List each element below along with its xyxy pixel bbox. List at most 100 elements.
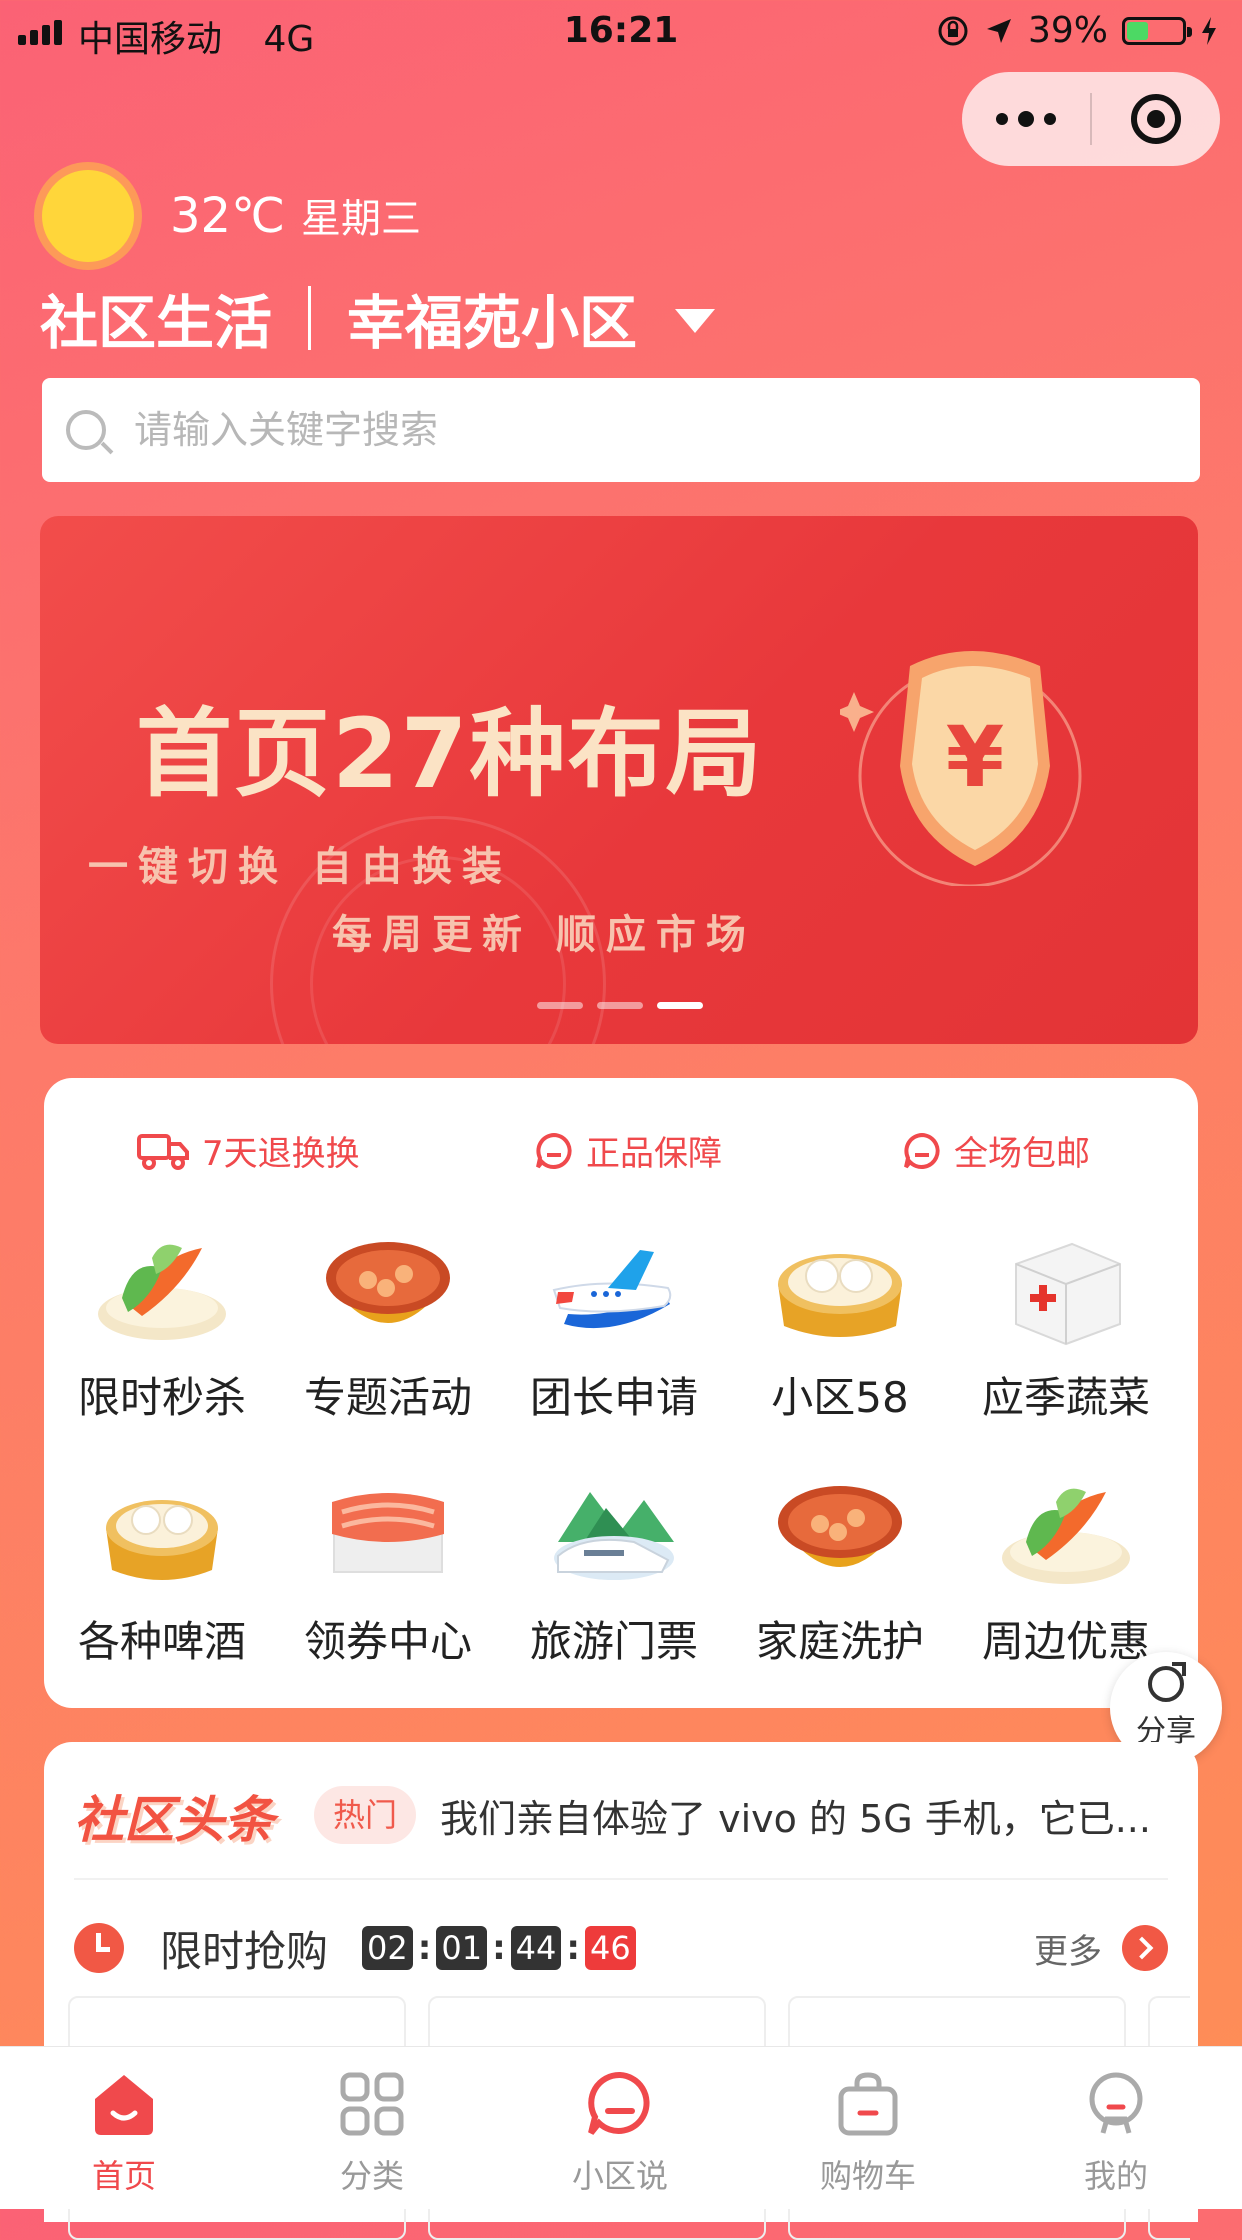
countdown-seconds: 44 (510, 1926, 562, 1970)
grid-item-label: 小区58 (771, 1373, 909, 1422)
chat-bubble-icon (536, 1132, 572, 1169)
promo-banner[interactable]: 首页27种布局 一键切换 自由换装 每周更新 顺应市场 ¥ (40, 516, 1198, 1044)
grid-item-flash-sale[interactable]: 限时秒杀 (49, 1228, 275, 1425)
hotpot-bowl-icon (770, 1472, 910, 1592)
hot-badge: 热门 (314, 1786, 416, 1844)
banner-headline: 首页27种布局 (136, 698, 764, 810)
shield-symbol: ¥ (946, 708, 1004, 806)
banner-pagination (537, 1002, 703, 1009)
search-bar[interactable] (42, 378, 1200, 482)
banner-subline-2: 每周更新 顺应市场 (332, 912, 756, 958)
vegetable-plate-icon (92, 1228, 232, 1348)
tab-label: 购物车 (819, 2157, 916, 2195)
grid-item-seasonal-veg[interactable]: 应季蔬菜 (953, 1228, 1179, 1425)
airplane-icon (544, 1228, 684, 1348)
grid-item-label: 限时秒杀 (77, 1373, 246, 1422)
grid-icon (337, 2069, 407, 2139)
train-icon (544, 1472, 684, 1592)
steamed-buns-icon (92, 1472, 232, 1592)
grid-item-beer[interactable]: 各种啤酒 (49, 1472, 275, 1669)
grid-item-leader-apply[interactable]: 团长申请 (501, 1228, 727, 1425)
chevron-down-icon[interactable] (675, 309, 716, 333)
rotation-lock-icon (938, 16, 968, 45)
flash-sale-bar: 限时抢购 02 : 01 : 44 : 46 更多 (74, 1900, 1168, 1996)
first-aid-kit-icon (996, 1228, 1136, 1348)
share-icon (1148, 1662, 1186, 1702)
shopping-bag-icon (833, 2069, 903, 2139)
chat-bubble-icon (585, 2069, 655, 2139)
grid-item-nearby-deals[interactable]: 周边优惠 (953, 1472, 1179, 1669)
grid-item-community-58[interactable]: 小区58 (727, 1228, 953, 1425)
weekday: 星期三 (300, 196, 421, 242)
shield-icon: ¥ (834, 626, 1120, 888)
more-link[interactable]: 更多 (1034, 1924, 1102, 1973)
grid-item-label: 各种啤酒 (77, 1617, 246, 1666)
status-right: 39% (936, 10, 1218, 51)
bottom-tab-bar: 首页 分类 小区说 购物车 我的 (0, 2046, 1242, 2209)
user-icon (1081, 2069, 1151, 2139)
weather-info: 32℃ 星期三 (170, 186, 421, 244)
target-icon (1131, 94, 1181, 144)
tab-label: 分类 (339, 2157, 404, 2195)
vegetable-plate-icon (996, 1472, 1136, 1592)
grid-item-label: 旅游门票 (529, 1617, 698, 1666)
search-icon (66, 410, 106, 450)
hotpot-bowl-icon (318, 1228, 458, 1348)
tab-label: 首页 (91, 2157, 156, 2195)
pagination-dot-active (657, 1002, 703, 1009)
guarantee-label: 全场包邮 (954, 1134, 1090, 1174)
pagination-dot (597, 1002, 643, 1009)
guarantee-shipping: 全场包邮 (902, 1126, 1090, 1175)
miniprogram-capsule (962, 72, 1220, 166)
countdown-hours: 02 (362, 1926, 413, 1970)
chat-bubble-icon (904, 1132, 940, 1169)
news-headline[interactable]: 我们亲自体验了 vivo 的 5G 手机，它已... (440, 1788, 1170, 1843)
banner-subline-1: 一键切换 自由换装 (88, 844, 512, 890)
tab-label: 我的 (1083, 2157, 1148, 2195)
pagination-dot (537, 1002, 583, 1009)
guarantee-return: 7天退换换 (136, 1126, 360, 1175)
service-card: 7天退换换 正品保障 全场包邮 限时秒杀 专题活动 团长申请 小区58 应季蔬菜… (44, 1078, 1198, 1708)
tab-mine[interactable]: 我的 (992, 2069, 1240, 2197)
grid-item-travel-tickets[interactable]: 旅游门票 (501, 1472, 727, 1669)
home-icon (89, 2069, 159, 2139)
grid-item-label: 领券中心 (303, 1617, 472, 1666)
steamed-buns-icon (770, 1228, 910, 1348)
sushi-icon (318, 1472, 458, 1592)
charging-bolt-icon (1202, 16, 1216, 45)
grid-item-label: 应季蔬菜 (981, 1373, 1150, 1422)
flash-sale-title: 限时抢购 (160, 1926, 329, 1976)
status-bar: 中国移动 4G 16:21 39% (0, 0, 1242, 64)
grid-item-label: 专题活动 (303, 1373, 472, 1422)
close-miniprogram-button[interactable] (1092, 72, 1220, 166)
alarm-clock-icon (74, 1923, 124, 1973)
page-title: 社区生活 (40, 289, 273, 357)
news-section-title: 社区头条 (74, 1791, 274, 1849)
countdown-ms: 46 (585, 1926, 636, 1970)
tab-label: 小区说 (571, 2157, 668, 2195)
search-input[interactable] (132, 407, 1116, 453)
battery-percent: 39% (1027, 10, 1108, 51)
grid-item-label: 团长申请 (529, 1373, 698, 1422)
grid-item-special-events[interactable]: 专题活动 (275, 1228, 501, 1425)
sun-icon (42, 170, 134, 262)
countdown-minutes: 01 (436, 1926, 488, 1970)
temperature: 32℃ (170, 188, 285, 244)
guarantee-label: 正品保障 (586, 1134, 722, 1174)
tab-cart[interactable]: 购物车 (744, 2069, 992, 2197)
truck-icon (137, 1133, 189, 1170)
more-options-button[interactable] (962, 72, 1090, 166)
header-title-row: 社区生活 幸福苑小区 (40, 276, 716, 360)
location-arrow-icon (986, 18, 1011, 43)
chevron-right-icon[interactable] (1122, 1925, 1168, 1971)
guarantee-label: 7天退换换 (202, 1134, 360, 1174)
community-selector[interactable]: 幸福苑小区 (347, 276, 637, 360)
grid-item-coupon-center[interactable]: 领券中心 (275, 1472, 501, 1669)
battery-icon (1122, 16, 1192, 45)
guarantee-authentic: 正品保障 (534, 1126, 722, 1175)
tab-category[interactable]: 分类 (248, 2069, 496, 2197)
grid-item-label: 家庭洗护 (755, 1617, 924, 1666)
tab-community-talk[interactable]: 小区说 (496, 2069, 744, 2197)
tab-home[interactable]: 首页 (0, 2069, 248, 2197)
grid-item-home-care[interactable]: 家庭洗护 (727, 1472, 953, 1669)
